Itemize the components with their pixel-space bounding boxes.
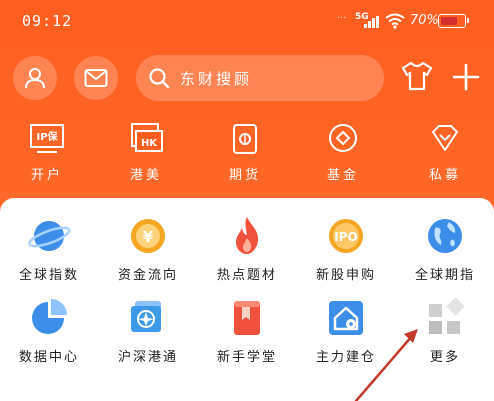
battery-percent: 70%	[410, 13, 439, 28]
menu-label: 热点题材	[216, 268, 277, 283]
menu-global-futures[interactable]: 全球期指	[396, 214, 494, 283]
add-icon[interactable]	[451, 62, 481, 92]
menu-new-ipo[interactable]: IPO 新股申购	[297, 214, 395, 283]
user-icon	[25, 68, 45, 89]
menu-label: 新股申购	[315, 268, 376, 283]
more-grid-icon	[429, 297, 465, 334]
battery-icon	[438, 14, 469, 28]
menu-label: 主力建仓	[315, 350, 376, 365]
feature-panel: 全球指数 ¥ 资金流向 热点题材 IPO 新股申购 全球期指 数据中心 沪深港通…	[0, 198, 494, 401]
search-placeholder: 东财搜顾	[180, 70, 253, 88]
svg-text:HK: HK	[141, 138, 158, 149]
messages-button[interactable]	[74, 56, 118, 100]
menu-connect[interactable]: 沪深港通	[99, 296, 197, 365]
flame-icon	[236, 217, 259, 254]
menu-global-index[interactable]: 全球指数	[0, 214, 98, 283]
hk-flag-icon	[131, 301, 161, 332]
svg-text:¥: ¥	[143, 228, 154, 246]
ipo-badge-icon: IP保	[30, 124, 64, 153]
bookmark-book-icon	[234, 301, 260, 335]
menu-hot-topics[interactable]: 热点题材	[198, 214, 296, 283]
menu-label: 新手学堂	[216, 350, 277, 365]
menu-label: 全球指数	[18, 268, 79, 283]
signal-dots-icon: ···	[337, 13, 347, 24]
ipo-icon-text: IPO	[334, 230, 357, 244]
gem-icon	[432, 125, 458, 151]
globe-icon	[428, 219, 462, 253]
mail-icon	[84, 69, 108, 87]
nav-label: 基金	[326, 168, 359, 183]
nav-open-account[interactable]: IP保 开户	[12, 122, 82, 183]
nav-private[interactable]: 私募	[410, 122, 480, 183]
status-time: 09:12	[22, 12, 73, 30]
nav-label: 港美	[129, 168, 162, 183]
menu-more[interactable]: 更多	[396, 296, 494, 365]
search-icon	[149, 68, 170, 89]
futures-icon	[233, 124, 257, 154]
nav-label: 期货	[228, 168, 261, 183]
menu-main-force[interactable]: 主力建仓	[297, 296, 395, 365]
nav-funds[interactable]: 基金	[308, 122, 378, 183]
svg-text:IP保: IP保	[36, 130, 58, 143]
nav-label: 开户	[30, 168, 63, 183]
wifi-icon	[385, 13, 405, 29]
planet-icon	[28, 221, 71, 251]
search-bar[interactable]: 东财搜顾	[136, 55, 384, 101]
signal-bars-icon	[364, 16, 380, 28]
menu-data-center[interactable]: 数据中心	[0, 296, 98, 365]
menu-label: 资金流向	[117, 268, 178, 283]
house-icon	[329, 301, 363, 335]
coin-icon: ¥	[131, 219, 165, 253]
fund-icon	[329, 124, 357, 152]
skin-shirt-icon[interactable]	[399, 60, 435, 92]
menu-label: 全球期指	[414, 268, 475, 283]
nav-futures[interactable]: 期货	[210, 122, 280, 183]
nav-hk-us[interactable]: HK 港美	[111, 122, 181, 183]
pie-chart-icon	[32, 299, 67, 334]
status-bar: 09:12 ··· 5G 70%	[0, 0, 494, 40]
hk-us-icon: HK	[131, 123, 163, 152]
menu-capital-flow[interactable]: ¥ 资金流向	[99, 214, 197, 283]
profile-button[interactable]	[13, 56, 57, 100]
menu-label: 更多	[429, 350, 460, 365]
nav-label: 私募	[428, 168, 461, 183]
menu-label: 沪深港通	[117, 350, 178, 365]
menu-beginner[interactable]: 新手学堂	[198, 296, 296, 365]
ipo-icon: IPO	[329, 219, 363, 253]
menu-label: 数据中心	[18, 350, 79, 365]
